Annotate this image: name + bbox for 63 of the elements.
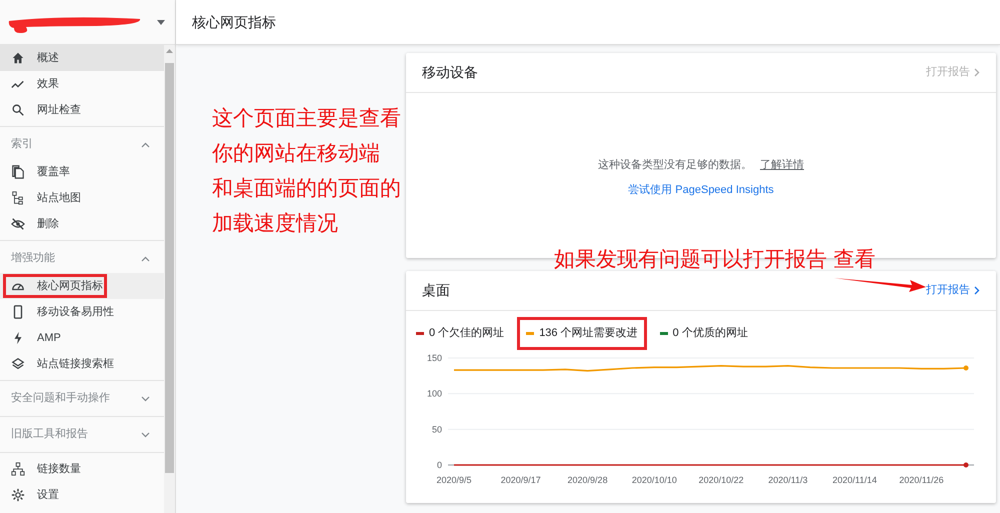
sidebar-item[interactable]: 站点链接搜索框: [0, 351, 164, 377]
x-tick-label: 2020/9/5: [436, 474, 472, 484]
sidebar-item[interactable]: 网址检查: [0, 97, 164, 123]
annotation-text: 如果发现有问题可以打开报告 查看: [554, 246, 876, 273]
section-header[interactable]: 旧版工具和报告: [0, 420, 164, 449]
end-point-marker: [964, 364, 968, 370]
chevron-right-icon: [974, 286, 980, 295]
sidebar-item[interactable]: AMP: [0, 325, 164, 351]
x-tick-label: 2020/10/22: [698, 474, 744, 484]
layers-icon: [11, 357, 25, 371]
sidebar-item[interactable]: 概述: [0, 45, 164, 71]
section-header[interactable]: 索引: [0, 130, 164, 159]
page-title: 核心网页指标: [192, 12, 276, 32]
copy-pages-icon: [11, 165, 25, 179]
scrollbar-thumb[interactable]: [165, 63, 174, 473]
annotation-text: 和桌面端的的页面的: [212, 175, 402, 202]
x-tick-label: 2020/11/26: [899, 474, 944, 484]
phone-icon: [11, 305, 25, 319]
end-point-marker: [964, 462, 968, 467]
x-tick-label: 2020/11/3: [768, 474, 808, 484]
x-tick-label: 2020/11/14: [832, 474, 877, 484]
y-tick-label: 50: [432, 424, 442, 434]
open-report-link[interactable]: 打开报告: [926, 282, 980, 299]
scroll-up-icon[interactable]: [166, 49, 173, 53]
chevron-down-icon: [141, 396, 150, 402]
no-data-message: 这种设备类型没有足够的数据。: [598, 159, 752, 171]
sidebar-item[interactable]: 链接数量: [0, 456, 164, 482]
pagespeed-link[interactable]: 尝试使用 PageSpeed Insights: [628, 182, 774, 198]
sidebar-item[interactable]: 核心网页指标: [0, 273, 164, 299]
chevron-right-icon: [974, 68, 980, 77]
x-tick-label: 2020/9/28: [568, 474, 608, 484]
card-title: 移动设备: [422, 63, 478, 82]
chevron-up-icon: [141, 142, 150, 148]
section-header[interactable]: 增强功能: [0, 244, 164, 273]
y-tick-label: 150: [426, 352, 442, 362]
sidebar-item[interactable]: 设置: [0, 482, 164, 508]
legend-label: 136 个网址需要改进: [539, 326, 638, 341]
chevron-down-icon: [141, 432, 150, 438]
card-title: 桌面: [422, 281, 450, 300]
annotation-text: 你的网站在移动端: [212, 140, 381, 167]
y-tick-label: 0: [436, 460, 442, 470]
sidebar-item[interactable]: 效果: [0, 71, 164, 97]
gear-icon: [11, 488, 25, 502]
learn-more-link[interactable]: 了解详情: [760, 159, 804, 171]
search-icon: [11, 103, 25, 117]
sitemap-icon: [11, 191, 25, 205]
network-icon: [11, 462, 25, 476]
y-tick-label: 100: [426, 388, 442, 398]
annotation-text: 这个页面主要是查看: [212, 105, 402, 132]
section-header[interactable]: 安全问题和手动操作: [0, 384, 164, 413]
hidden-eye-icon: [11, 217, 25, 231]
legend-label: 0 个优质的网址: [672, 326, 748, 341]
x-tick-label: 2020/10/10: [632, 474, 677, 484]
sidebar-item[interactable]: 站点地图: [0, 185, 164, 211]
sidebar-item[interactable]: 删除: [0, 211, 164, 237]
x-tick-label: 2020/9/17: [500, 474, 541, 484]
chevron-up-icon: [141, 256, 150, 262]
sidebar-item[interactable]: 移动设备易用性: [0, 299, 164, 325]
sidebar-item[interactable]: 覆盖率: [0, 159, 164, 185]
legend-label: 0 个欠佳的网址: [429, 326, 504, 341]
home-icon: [11, 51, 25, 65]
dropdown-caret-icon[interactable]: [157, 20, 165, 24]
annotation-text: 加载速度情况: [212, 210, 339, 237]
